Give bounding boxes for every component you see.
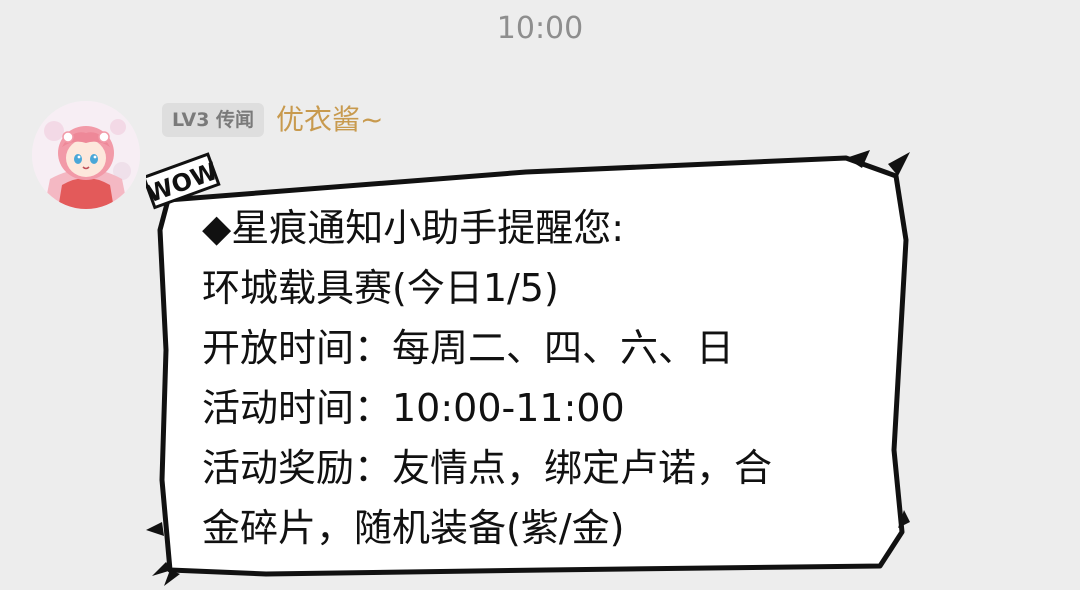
message-timestamp: 10:00 bbox=[496, 11, 584, 46]
message-bubble[interactable]: WOW ◆星痕通知小助手提醒您: 环城载具赛(今日1/5) 开放时间：每周二、四… bbox=[146, 150, 910, 590]
message-text: ◆星痕通知小助手提醒您: 环城载具赛(今日1/5) 开放时间：每周二、四、六、日… bbox=[202, 198, 882, 558]
anime-girl-avatar-icon bbox=[32, 101, 140, 209]
message-line: 活动时间：10:00-11:00 bbox=[202, 386, 625, 430]
message-line: 开放时间：每周二、四、六、日 bbox=[202, 326, 735, 370]
message-line: 活动奖励：友情点，绑定卢诺，合 bbox=[202, 446, 773, 490]
message-line: 金碎片，随机装备(紫/金) bbox=[202, 506, 625, 550]
level-badge: LV3 传闻 bbox=[162, 103, 265, 137]
message-line: 环城载具赛(今日1/5) bbox=[202, 266, 559, 310]
sender-row: LV3 传闻 优衣酱~ bbox=[162, 101, 384, 139]
sender-name[interactable]: 优衣酱~ bbox=[276, 101, 383, 139]
message-line: ◆星痕通知小助手提醒您: bbox=[202, 206, 625, 250]
sender-avatar[interactable] bbox=[32, 101, 140, 209]
